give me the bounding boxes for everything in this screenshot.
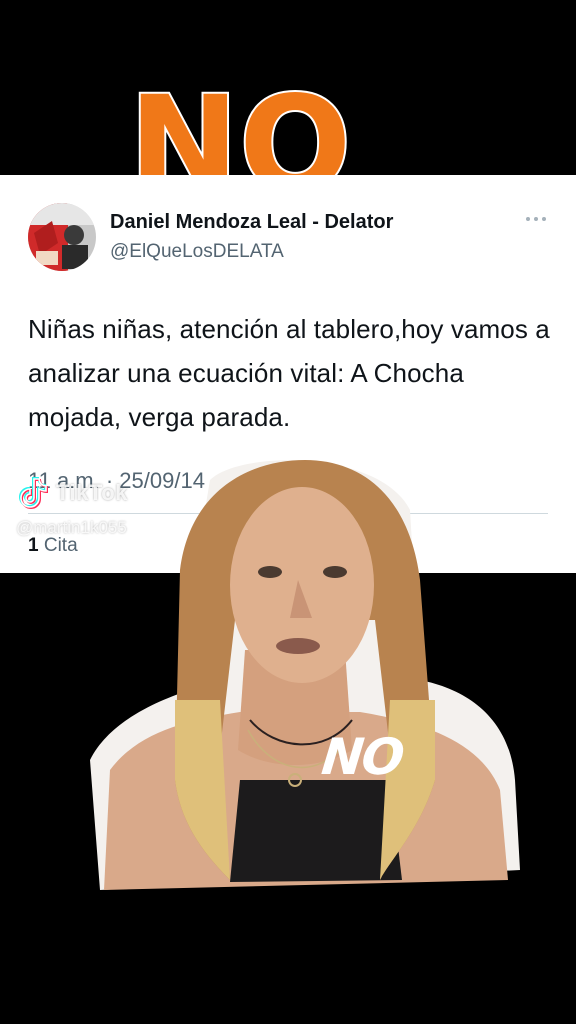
tweet-text: Niñas niñas, atención al tablero,hoy vam… [28,314,550,432]
quote-count-label: Cita [43,535,78,556]
avatar[interactable] [28,203,96,271]
caption-no-text: NO [318,728,406,786]
display-name[interactable]: Daniel Mendoza Leal - Delator [110,211,393,234]
person-cutout-sticker [90,450,520,900]
video-frame: NO Daniel Mendoza Leal - Delator @ElQueL… [0,0,576,1024]
user-handle[interactable]: @ElQueLosDELATA [110,241,284,263]
quote-count[interactable]: 1 Cita [28,535,78,557]
tweet-header: Daniel Mendoza Leal - Delator @ElQueLosD… [28,203,552,275]
more-horizontal-icon[interactable] [524,213,548,225]
tiktok-logo-icon [18,477,48,509]
quote-count-number: 1 [28,535,39,556]
